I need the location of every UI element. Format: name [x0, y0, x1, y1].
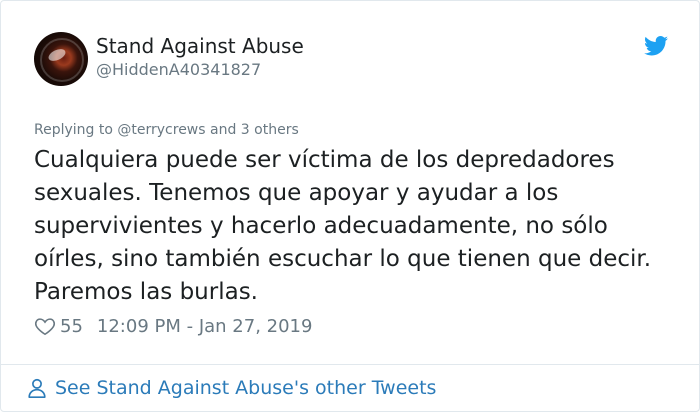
avatar[interactable]	[34, 32, 88, 86]
reply-prefix: Replying to	[34, 122, 113, 138]
tweet-timestamp[interactable]: 12:09 PM - Jan 27, 2019	[97, 316, 313, 337]
footer-divider	[1, 364, 699, 365]
author-display-name[interactable]: Stand Against Abuse	[96, 34, 304, 58]
person-icon	[28, 378, 46, 398]
reply-context: Replying to @terrycrews and 3 others	[34, 122, 299, 138]
like-count[interactable]: 55	[60, 316, 83, 337]
see-other-tweets-link[interactable]: See Stand Against Abuse's other Tweets	[26, 375, 436, 401]
tweet-text: Cualquiera puede ser víctima de los depr…	[34, 147, 652, 305]
heart-icon[interactable]	[34, 315, 56, 337]
tweet-meta: 55 12:09 PM - Jan 27, 2019	[34, 313, 312, 339]
see-other-tweets-label: See Stand Against Abuse's other Tweets	[55, 377, 437, 399]
twitter-bird-icon[interactable]	[644, 36, 668, 56]
avatar-rim	[40, 38, 84, 82]
tweet-card: Stand Against Abuse @HiddenA40341827 Rep…	[0, 0, 700, 412]
reply-others-link[interactable]: and 3 others	[210, 122, 299, 138]
reply-mention-link[interactable]: @terrycrews	[117, 122, 205, 138]
author-handle[interactable]: @HiddenA40341827	[96, 60, 261, 79]
